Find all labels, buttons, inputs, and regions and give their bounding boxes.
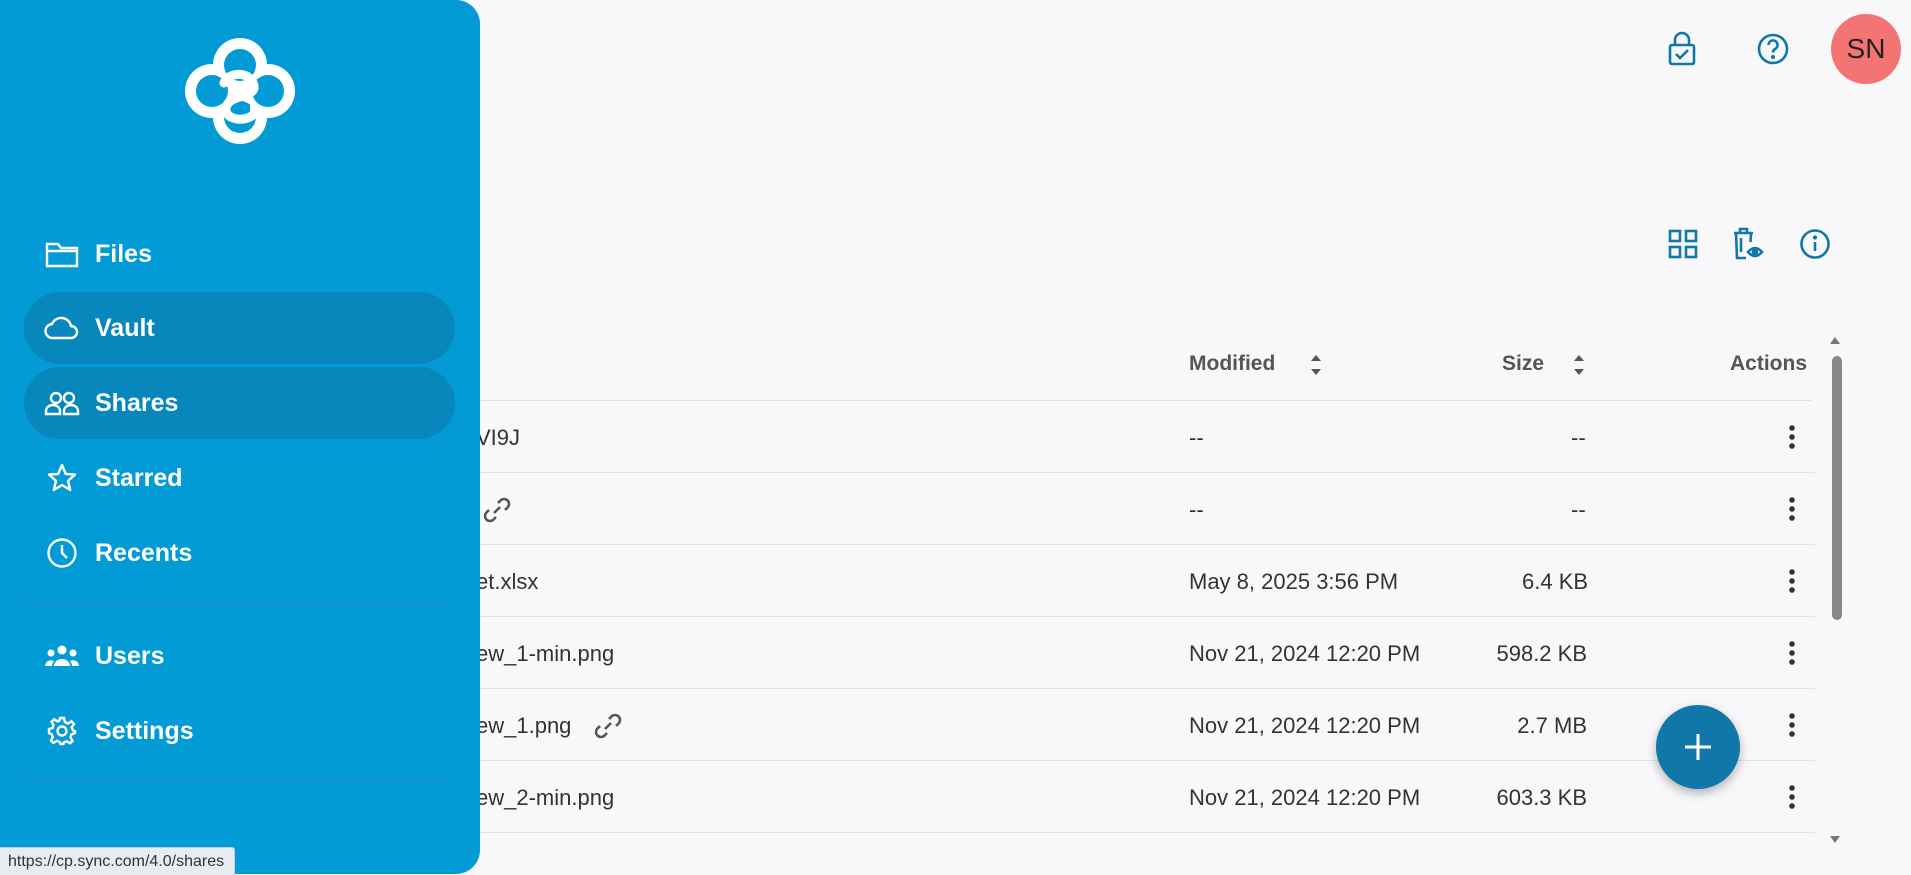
user-avatar[interactable]: SN	[1831, 14, 1901, 84]
file-name[interactable]: ew_1.png	[476, 713, 571, 739]
avatar-initials: SN	[1846, 33, 1886, 64]
sidebar-item-label: Files	[95, 239, 152, 268]
clock-icon	[44, 535, 80, 571]
column-header-modified[interactable]: Modified	[1189, 352, 1275, 376]
file-size: 6.4 KB	[1522, 569, 1589, 594]
sidebar: Files Vault Shares Starred Recents Users…	[0, 0, 480, 874]
file-modified: Nov 21, 2024 12:20 PM	[1189, 785, 1421, 810]
row-divider	[470, 760, 1815, 761]
help-circle-icon[interactable]	[1751, 27, 1795, 71]
file-size: 598.2 KB	[1496, 641, 1587, 666]
sidebar-item-starred[interactable]: Starred	[24, 442, 455, 514]
column-header-actions: Actions	[1730, 352, 1808, 375]
row-divider	[470, 688, 1815, 689]
file-name[interactable]: et.xlsx	[476, 569, 538, 595]
sidebar-item-vault[interactable]: Vault	[24, 292, 455, 364]
sidebar-item-label: Users	[95, 641, 165, 670]
more-actions-icon[interactable]	[1777, 489, 1807, 529]
sidebar-item-settings[interactable]: Settings	[24, 695, 455, 767]
row-divider	[470, 472, 1815, 473]
sidebar-item-label: Settings	[95, 716, 194, 745]
folder-icon	[44, 236, 80, 272]
sort-icon[interactable]	[1308, 350, 1324, 380]
column-header-size[interactable]: Size	[1502, 352, 1544, 376]
sidebar-item-label: Starred	[95, 463, 183, 492]
more-actions-icon[interactable]	[1777, 561, 1807, 601]
sidebar-item-label: Vault	[95, 313, 155, 342]
sidebar-divider	[24, 781, 455, 782]
more-actions-icon[interactable]	[1777, 777, 1807, 817]
file-name[interactable]: ew_1-min.png	[476, 641, 614, 667]
file-size: 2.7 MB	[1517, 713, 1587, 738]
cloud-icon	[44, 310, 80, 346]
sidebar-item-shares[interactable]: Shares	[24, 367, 455, 439]
sidebar-item-label: Shares	[95, 388, 179, 417]
more-actions-icon[interactable]	[1777, 417, 1807, 457]
plus-icon	[1685, 734, 1711, 760]
sort-icon[interactable]	[1571, 350, 1587, 380]
sync-logo[interactable]	[184, 38, 296, 144]
file-name[interactable]: VI9J	[476, 425, 520, 451]
file-modified: Nov 21, 2024 12:20 PM	[1189, 713, 1421, 738]
more-actions-icon[interactable]	[1777, 633, 1807, 673]
add-button[interactable]	[1656, 705, 1740, 789]
file-modified: --	[1189, 425, 1204, 450]
file-modified: May 8, 2025 3:56 PM	[1189, 569, 1399, 594]
file-modified: --	[1189, 497, 1204, 522]
grid-view-icon[interactable]	[1661, 222, 1705, 266]
scrollbar-thumb[interactable]	[1832, 356, 1842, 620]
more-actions-icon[interactable]	[1777, 705, 1807, 745]
sidebar-item-users[interactable]: Users	[24, 620, 455, 692]
row-divider	[470, 616, 1815, 617]
people-icon	[44, 385, 80, 421]
lock-check-icon[interactable]	[1660, 27, 1704, 71]
link-icon	[481, 494, 513, 531]
star-icon	[44, 460, 80, 496]
sidebar-item-files[interactable]: Files	[24, 218, 455, 290]
file-size: --	[1571, 497, 1586, 522]
file-size: --	[1571, 425, 1586, 450]
users-icon	[44, 638, 80, 674]
header-divider	[470, 400, 1812, 401]
file-size: 603.3 KB	[1496, 785, 1587, 810]
show-deleted-icon[interactable]	[1727, 222, 1771, 266]
sidebar-item-label: Recents	[95, 538, 193, 567]
file-modified: Nov 21, 2024 12:20 PM	[1189, 641, 1421, 666]
gear-icon	[44, 713, 80, 749]
sidebar-divider	[24, 603, 455, 604]
row-divider	[470, 832, 1815, 833]
info-icon[interactable]	[1793, 222, 1837, 266]
link-icon	[592, 710, 624, 747]
sidebar-item-recents[interactable]: Recents	[24, 517, 455, 589]
browser-status-url: https://cp.sync.com/4.0/shares	[0, 847, 236, 875]
row-divider	[470, 544, 1815, 545]
file-name[interactable]: ew_2-min.png	[476, 785, 614, 811]
